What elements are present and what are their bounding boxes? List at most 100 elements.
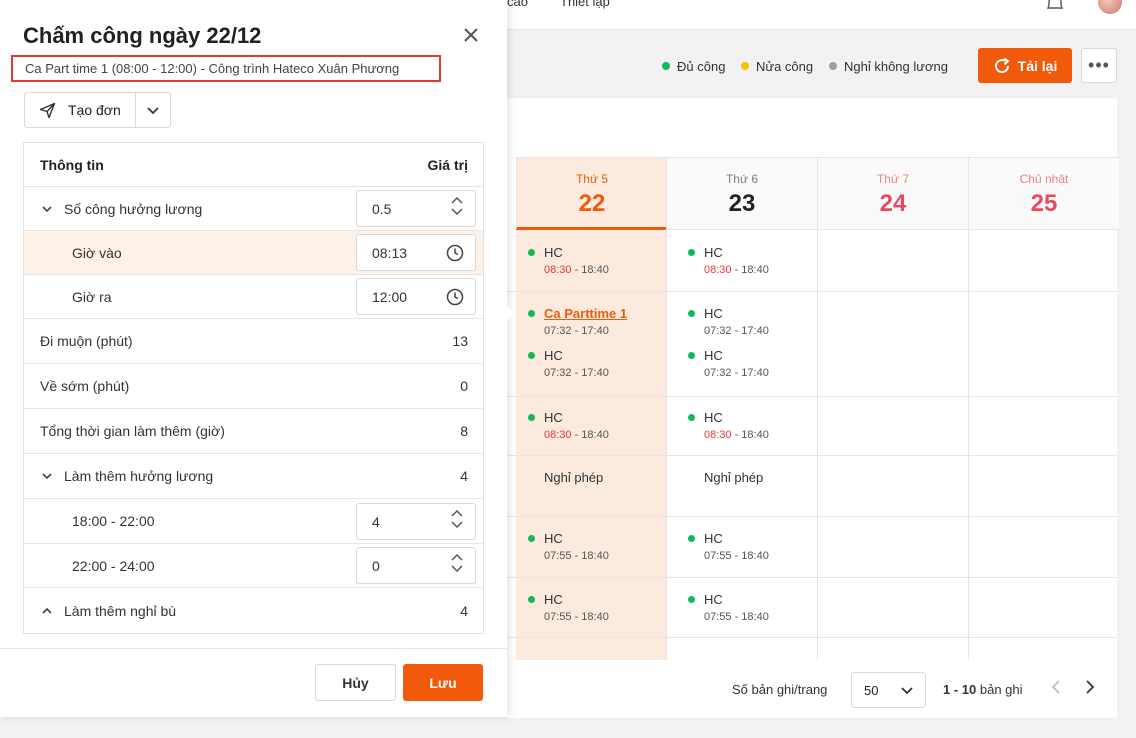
table-row-total-overtime: Tổng thời gian làm thêm (giờ) 8 bbox=[24, 409, 483, 454]
shift-time: 07:32 - 17:40 bbox=[544, 367, 609, 379]
paid-workdays-stepper[interactable]: 0.5 bbox=[356, 190, 476, 227]
shift-name: HC bbox=[704, 348, 723, 363]
chevron-up-icon[interactable] bbox=[451, 509, 463, 517]
cancel-button[interactable]: Hủy bbox=[315, 664, 396, 701]
chevron-up-icon[interactable] bbox=[451, 553, 463, 561]
chevron-right-icon[interactable] bbox=[1085, 679, 1095, 695]
shift-entry[interactable]: HC 08:30 - 18:40 bbox=[688, 245, 769, 276]
create-request-button[interactable]: Tạo đơn bbox=[24, 92, 171, 128]
legend-unpaid-leave: Nghỉ không lương bbox=[829, 58, 948, 74]
day-name: Chủ nhật bbox=[1019, 172, 1069, 186]
early-minutes-value: 0 bbox=[460, 378, 468, 394]
day-header-sat: Thứ 7 24 bbox=[817, 157, 968, 230]
column-divider bbox=[968, 230, 969, 660]
avatar[interactable] bbox=[1096, 0, 1124, 16]
chevron-down-icon[interactable] bbox=[451, 521, 463, 529]
leave-entry[interactable]: Nghỉ phép bbox=[688, 470, 763, 485]
check-out-value: 12:00 bbox=[372, 288, 408, 305]
row-divider bbox=[507, 637, 1117, 638]
shift-entry[interactable]: HC 07:32 - 17:40 bbox=[688, 306, 769, 337]
close-icon[interactable] bbox=[461, 25, 481, 45]
create-request-main[interactable]: Tạo đơn bbox=[25, 93, 137, 127]
range-value: 1 - 10 bbox=[943, 682, 977, 697]
per-page-select[interactable]: 50 bbox=[851, 672, 926, 708]
shift-time: - 18:40 bbox=[731, 429, 769, 441]
shift-time: 07:32 - 17:40 bbox=[704, 367, 769, 379]
shift-time: 07:32 - 17:40 bbox=[704, 325, 769, 337]
early-minutes-label: Về sớm (phút) bbox=[40, 378, 130, 394]
chevron-up-icon[interactable] bbox=[451, 196, 463, 204]
footer-divider bbox=[0, 648, 507, 649]
create-request-dropdown[interactable] bbox=[136, 105, 170, 115]
table-header: Thông tin Giá trị bbox=[24, 143, 483, 187]
nav-item-reports[interactable]: cáo bbox=[507, 0, 528, 9]
legend-dot-half bbox=[741, 62, 749, 70]
late-minutes-value: 13 bbox=[452, 333, 468, 349]
check-in-time-input[interactable]: 08:13 bbox=[356, 234, 476, 271]
shift-entry[interactable]: HC 07:55 - 18:40 bbox=[688, 531, 769, 562]
clock-icon[interactable] bbox=[446, 244, 464, 262]
late-minutes-label: Đi muộn (phút) bbox=[40, 333, 133, 349]
shift-name: HC bbox=[544, 348, 563, 363]
row-divider bbox=[507, 516, 1117, 517]
chevron-down-icon[interactable] bbox=[451, 208, 463, 216]
chevron-down-icon[interactable] bbox=[451, 565, 463, 573]
chevron-down-icon[interactable] bbox=[40, 205, 54, 213]
shift-time: - 18:40 bbox=[571, 429, 609, 441]
legend-dot-unpaid bbox=[829, 62, 837, 70]
shift-entry-selected[interactable]: Ca Parttime 1 07:32 - 17:40 bbox=[528, 306, 627, 337]
chevron-up-icon[interactable] bbox=[40, 607, 54, 615]
shift-entry[interactable]: HC 08:30 - 18:40 bbox=[688, 410, 769, 441]
day-number: 22 bbox=[578, 190, 606, 217]
day-header-sun: Chủ nhật 25 bbox=[968, 157, 1119, 230]
chevron-left-icon[interactable] bbox=[1051, 679, 1061, 695]
shift-time: 07:55 - 18:40 bbox=[704, 550, 769, 562]
legend-label-unpaid: Nghỉ không lương bbox=[844, 58, 948, 74]
shift-time: 07:32 - 17:40 bbox=[544, 325, 609, 337]
day-number: 25 bbox=[1030, 190, 1058, 217]
shift-name: HC bbox=[544, 592, 563, 607]
row-divider bbox=[507, 396, 1117, 397]
leave-entry[interactable]: Nghỉ phép bbox=[528, 470, 603, 485]
table-row-comp-overtime: Làm thêm nghỉ bù 4 bbox=[24, 588, 483, 633]
stepper-arrows[interactable] bbox=[451, 509, 463, 529]
check-out-time-input[interactable]: 12:00 bbox=[356, 278, 476, 315]
shift-entry[interactable]: HC 07:55 - 18:40 bbox=[528, 592, 609, 623]
chevron-down-icon bbox=[901, 687, 913, 695]
shift-entry[interactable]: HC 07:55 - 18:40 bbox=[528, 531, 609, 562]
nav-item-settings[interactable]: Thiết lập bbox=[560, 0, 610, 9]
chevron-down-icon[interactable] bbox=[40, 472, 54, 480]
late-time: 08:30 bbox=[704, 429, 732, 441]
shift-name-link[interactable]: Ca Parttime 1 bbox=[544, 306, 627, 321]
table-row-check-out: Giờ ra 12:00 bbox=[24, 275, 483, 319]
shift-entry[interactable]: HC 07:55 - 18:40 bbox=[688, 592, 769, 623]
overtime-slot-1-value: 4 bbox=[372, 513, 380, 530]
table-row-overtime-slot-1: 18:00 - 22:00 4 bbox=[24, 499, 483, 544]
shift-entry[interactable]: HC 07:32 - 17:40 bbox=[688, 348, 769, 379]
col-info-header: Thông tin bbox=[40, 156, 104, 173]
day-header-thu: Thứ 5 22 bbox=[516, 157, 667, 230]
overtime-slot-1-stepper[interactable]: 4 bbox=[356, 503, 476, 540]
per-page-value: 50 bbox=[864, 682, 879, 698]
leave-name: Nghỉ phép bbox=[704, 470, 764, 485]
shift-entry[interactable]: HC 08:30 - 18:40 bbox=[528, 245, 609, 276]
bell-icon[interactable] bbox=[1044, 0, 1066, 14]
status-dot bbox=[688, 352, 695, 359]
legend-dot-full bbox=[662, 62, 670, 70]
shift-entry[interactable]: HC 07:32 - 17:40 bbox=[528, 348, 609, 379]
status-dot bbox=[528, 249, 535, 256]
more-options-button[interactable]: ••• bbox=[1081, 48, 1117, 83]
overtime-slot-2-stepper[interactable]: 0 bbox=[356, 547, 476, 584]
stepper-arrows[interactable] bbox=[451, 553, 463, 573]
shift-entry[interactable]: HC 08:30 - 18:40 bbox=[528, 410, 609, 441]
total-overtime-value: 8 bbox=[460, 423, 468, 439]
column-divider bbox=[817, 230, 818, 660]
check-out-label: Giờ ra bbox=[72, 288, 112, 305]
save-button[interactable]: Lưu bbox=[403, 664, 483, 701]
reload-button[interactable]: Tải lại bbox=[978, 48, 1072, 83]
clock-icon[interactable] bbox=[446, 288, 464, 306]
overtime-slot-2-value: 0 bbox=[372, 557, 380, 574]
stepper-arrows[interactable] bbox=[451, 196, 463, 216]
timesheet-board: Thứ 5 22 Thứ 6 23 Thứ 7 24 Chủ nhật 25 H… bbox=[507, 98, 1119, 718]
table-row-late-minutes: Đi muộn (phút) 13 bbox=[24, 319, 483, 364]
